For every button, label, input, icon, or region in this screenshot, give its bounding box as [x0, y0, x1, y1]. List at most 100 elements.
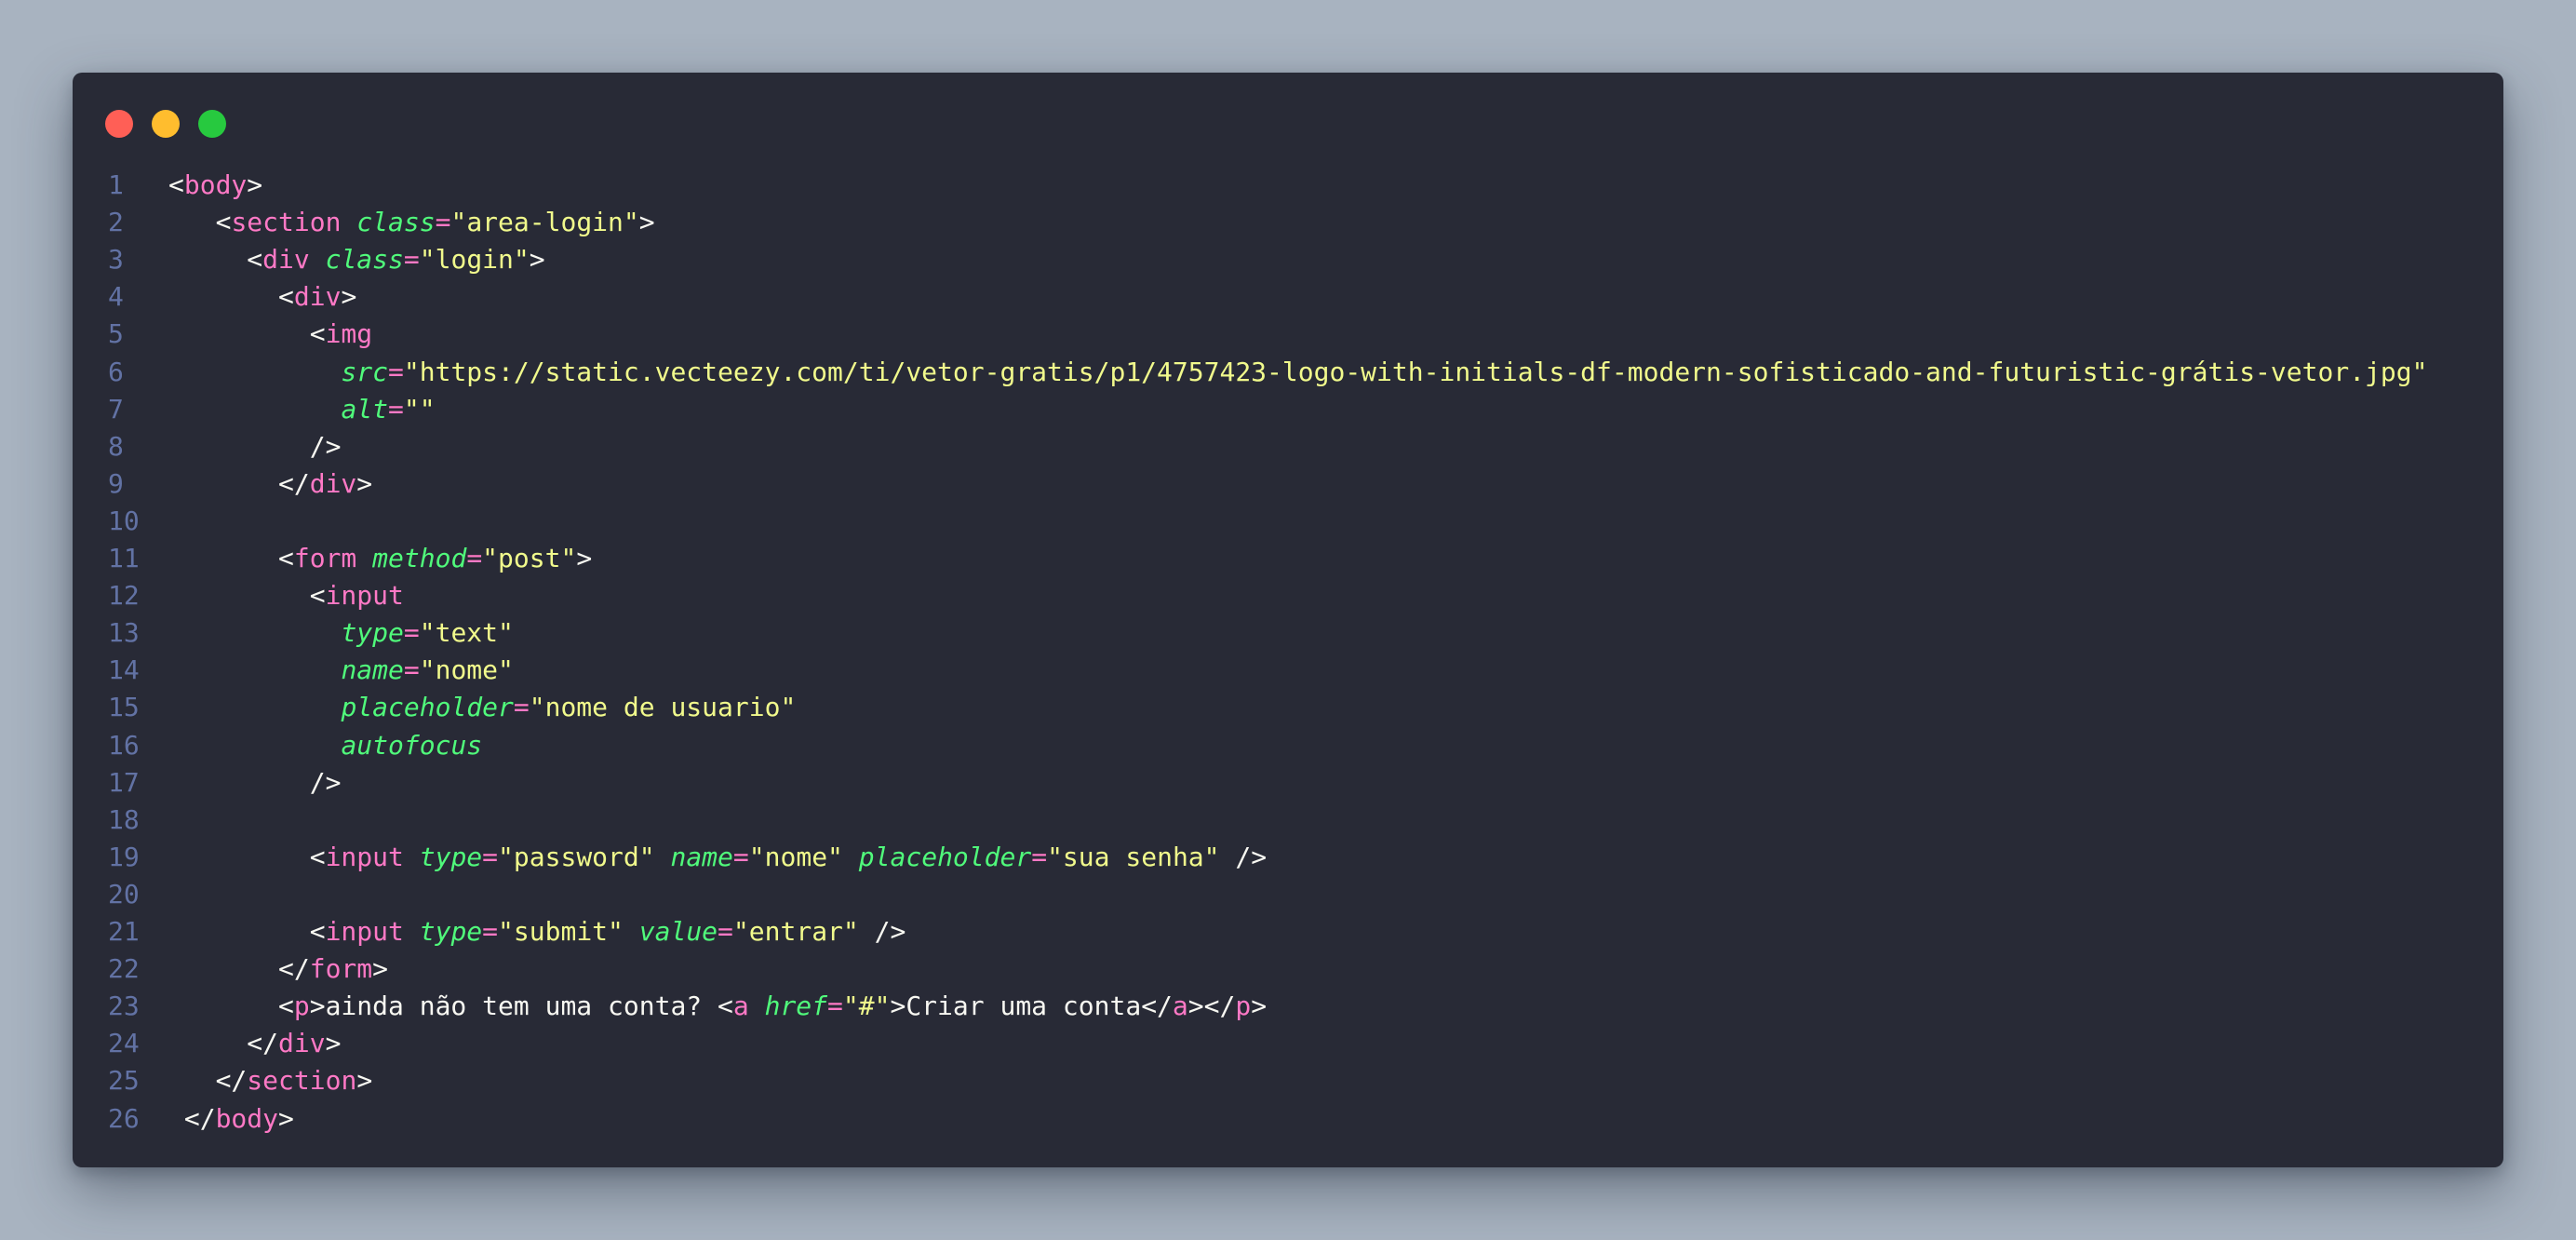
code-attribute: alt [341, 393, 389, 425]
code-operator: = [482, 841, 499, 872]
code-punctuation [310, 244, 326, 275]
code-punctuation [655, 842, 671, 872]
line-number: 16 [108, 729, 140, 761]
line-number: 24 [108, 1028, 140, 1059]
code-string: "entrar" [732, 916, 859, 947]
code-tag: p [293, 991, 310, 1022]
code-tag: img [325, 318, 373, 350]
code-punctuation [404, 916, 420, 947]
code-string: "login" [419, 244, 530, 276]
code-tag: div [262, 244, 310, 276]
code-punctuation [341, 207, 356, 237]
code-punctuation: > [247, 169, 263, 200]
code-attribute: autofocus [341, 729, 483, 761]
code-operator: = [482, 916, 499, 947]
code-text: name="nome" [168, 652, 513, 689]
line-number: 20 [108, 878, 140, 910]
code-punctuation: ></ [1187, 991, 1236, 1022]
line-number: 1 [108, 169, 124, 200]
code-attribute: placeholder [858, 841, 1032, 872]
code-punctuation [168, 692, 341, 722]
code-operator: = [827, 991, 843, 1022]
code-punctuation: > [529, 244, 545, 276]
line-number: 11 [108, 543, 140, 573]
code-text: <input [168, 577, 404, 614]
code-punctuation: < [168, 169, 184, 200]
line-number: 14 [108, 654, 140, 686]
code-text: <div class="login"> [168, 241, 545, 278]
code-attribute: type [419, 916, 483, 947]
code-operator: = [388, 356, 404, 387]
code-punctuation [168, 730, 341, 761]
code-attribute: name [670, 841, 733, 872]
line-number: 10 [108, 505, 140, 536]
line-number: 22 [108, 953, 140, 985]
code-tag: input [325, 580, 404, 612]
code-text: /> [168, 428, 342, 465]
code-operator: = [718, 916, 733, 947]
code-punctuation: > [325, 1028, 342, 1059]
code-string: "nome de usuario" [529, 692, 797, 723]
code-punctuation [749, 991, 765, 1021]
code-punctuation: >Criar uma conta</ [890, 991, 1173, 1022]
code-text: <p>ainda não tem uma conta? <a href="#">… [168, 988, 1267, 1025]
code-window: 1 <body> 2 <section class="area-login"> 3 <… [73, 73, 2503, 1167]
code-punctuation [404, 842, 420, 872]
code-punctuation: < [168, 580, 326, 612]
line-number: 26 [108, 1102, 140, 1134]
code-attribute: type [341, 617, 404, 649]
code-text: autofocus [168, 727, 482, 764]
code-punctuation [168, 394, 341, 425]
code-punctuation: > [638, 207, 655, 238]
window-titlebar [73, 73, 2503, 166]
code-text: </div> [168, 465, 372, 503]
code-punctuation: /> [1219, 841, 1268, 872]
line-number: 7 [108, 393, 124, 425]
code-punctuation: > [1251, 991, 1268, 1022]
line-number: 25 [108, 1065, 140, 1097]
line-number: 2 [108, 207, 124, 238]
code-punctuation: </ [168, 467, 310, 499]
code-punctuation: </ [168, 1065, 248, 1097]
code-punctuation: < [168, 916, 326, 947]
code-tag: p [1235, 991, 1252, 1022]
code-string: "https://static.vecteezy.com/ti/vetor-gr… [403, 356, 2428, 387]
code-text: <form method="post"> [168, 540, 592, 577]
line-number: 18 [108, 803, 140, 835]
close-window-button[interactable] [105, 110, 133, 138]
code-punctuation: </ [168, 1028, 279, 1059]
code-operator: = [403, 654, 420, 686]
code-text: type="text" [168, 614, 514, 652]
code-text: /> [168, 764, 342, 802]
code-punctuation: > [356, 467, 373, 499]
code-operator: = [466, 543, 483, 573]
code-string: "text" [419, 617, 514, 649]
code-string: "area-login" [450, 207, 639, 238]
line-number: 3 [108, 244, 124, 276]
code-punctuation [168, 654, 341, 685]
code-text: </form> [168, 950, 388, 988]
code-tag: form [293, 543, 357, 573]
code-punctuation [843, 842, 859, 872]
code-tag: body [183, 169, 248, 200]
code-text: alt="" [168, 391, 435, 428]
code-text: </section> [168, 1062, 373, 1099]
code-punctuation [624, 916, 639, 947]
code-text: src="https://static.vecteezy.com/ti/veto… [168, 354, 2427, 391]
line-number: 19 [108, 841, 140, 872]
minimize-window-button[interactable] [152, 110, 180, 138]
code-text: placeholder="nome de usuario" [168, 689, 796, 726]
code-punctuation: > [356, 1065, 373, 1097]
code-punctuation: < [168, 281, 294, 313]
code-tag: div [293, 281, 342, 313]
maximize-window-button[interactable] [198, 110, 226, 138]
code-punctuation: /> [858, 916, 906, 947]
code-punctuation: < [168, 543, 294, 573]
code-punctuation: </ [168, 953, 310, 985]
code-punctuation: < [168, 318, 326, 350]
code-tag: input [325, 916, 404, 947]
code-punctuation [356, 543, 372, 573]
code-operator: = [513, 692, 530, 723]
line-number: 9 [108, 467, 124, 499]
line-number: 6 [108, 356, 124, 387]
